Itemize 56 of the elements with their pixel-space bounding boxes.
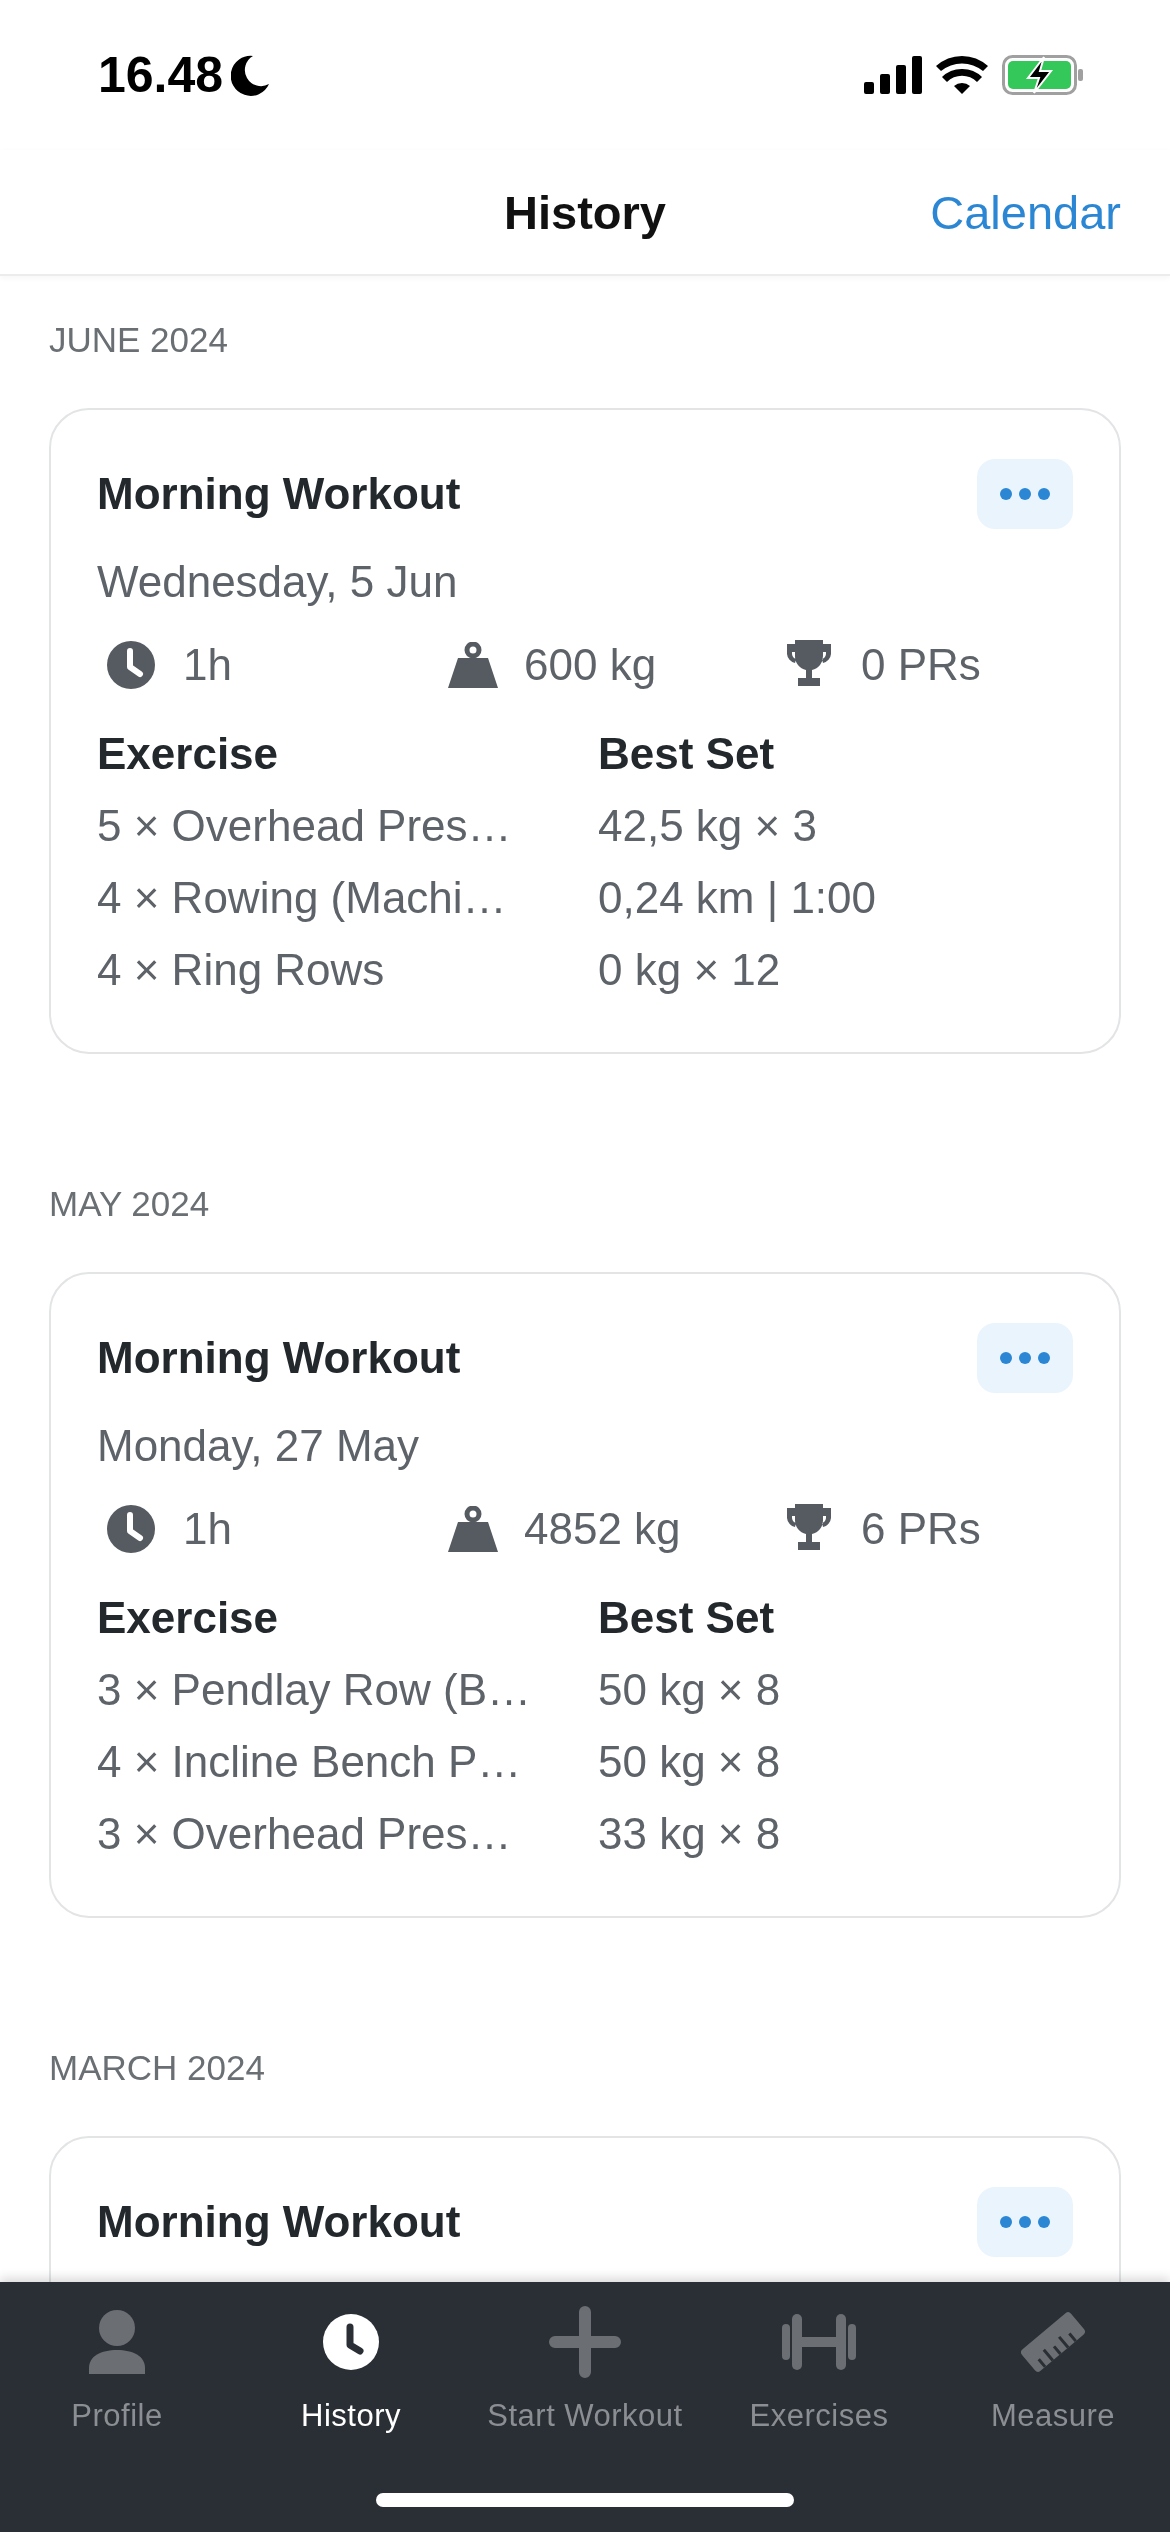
best-set-cell-text: 33 kg × 8 <box>598 1809 782 1859</box>
clock-icon <box>105 639 157 691</box>
person-icon <box>89 2310 145 2374</box>
more-button[interactable] <box>977 1323 1073 1393</box>
exercise-cell-text: 3 × Overhead Pres… <box>97 1809 513 1859</box>
exercise-cell-text: 3 × Pendlay Row (B… <box>97 1665 533 1715</box>
more-button[interactable] <box>977 459 1073 529</box>
best-set-cell-text: 0 kg × 12 <box>598 945 782 995</box>
stat-value: 1h <box>183 640 232 690</box>
stat-value: 1h <box>183 1504 232 1554</box>
workout-title: Morning Workout <box>97 2197 461 2247</box>
status-time: 16.48 <box>98 46 224 104</box>
more-icon <box>1000 2216 1050 2228</box>
column-header: Exercise <box>97 729 280 779</box>
column-header: Best Set <box>598 729 776 779</box>
stat-value: 600 kg <box>524 640 657 690</box>
weight-icon <box>448 642 498 688</box>
weight-icon <box>448 1506 498 1552</box>
tab[interactable]: Measure <box>936 2294 1170 2434</box>
more-button[interactable] <box>977 2187 1073 2257</box>
stat-value: 0 PRs <box>861 640 981 690</box>
page-title: History <box>504 184 666 240</box>
tab[interactable]: History <box>234 2294 468 2434</box>
column-header: Best Set <box>598 1593 776 1643</box>
clock-icon <box>323 2314 379 2370</box>
column-header: Exercise <box>97 1593 280 1643</box>
workout-date: Monday, 27 May <box>97 1421 419 1471</box>
section-label: JUNE 2024 <box>49 320 229 360</box>
section-label: MAY 2024 <box>49 1184 211 1224</box>
workout-date: Wednesday, 5 Jun <box>97 557 458 607</box>
best-set-cell-text: 50 kg × 8 <box>598 1737 782 1787</box>
workout-title: Morning Workout <box>97 469 461 519</box>
clock-icon <box>105 1503 157 1555</box>
more-icon <box>1000 1352 1050 1364</box>
workout-title: Morning Workout <box>97 1333 461 1383</box>
plus-icon <box>549 2306 621 2378</box>
wifi-icon <box>936 56 988 94</box>
exercise-cell-text: 5 × Overhead Pres… <box>97 801 513 851</box>
section-label: MARCH 2024 <box>49 2048 266 2088</box>
dumbbell-icon <box>782 2314 856 2370</box>
signal-icon <box>864 56 922 94</box>
tab[interactable]: Start Workout <box>468 2294 702 2434</box>
calendar-link[interactable]: Calendar <box>930 184 1121 240</box>
exercise-cell-text: 4 × Incline Bench P… <box>97 1737 523 1787</box>
battery-icon <box>1002 55 1084 95</box>
best-set-cell-text: 0,24 km | 1:00 <box>598 873 878 923</box>
exercise-cell-text: 4 × Rowing (Machi… <box>97 873 508 923</box>
stat-value: 4852 kg <box>524 1504 681 1554</box>
best-set-cell-text: 50 kg × 8 <box>598 1665 782 1715</box>
moon-icon <box>231 54 272 96</box>
tab[interactable]: Exercises <box>702 2294 936 2434</box>
more-icon <box>1000 488 1050 500</box>
exercise-cell-text: 4 × Ring Rows <box>97 945 386 995</box>
best-set-cell-text: 42,5 kg × 3 <box>598 801 818 851</box>
stat-value: 6 PRs <box>861 1504 981 1554</box>
tab[interactable]: Profile <box>0 2294 234 2434</box>
